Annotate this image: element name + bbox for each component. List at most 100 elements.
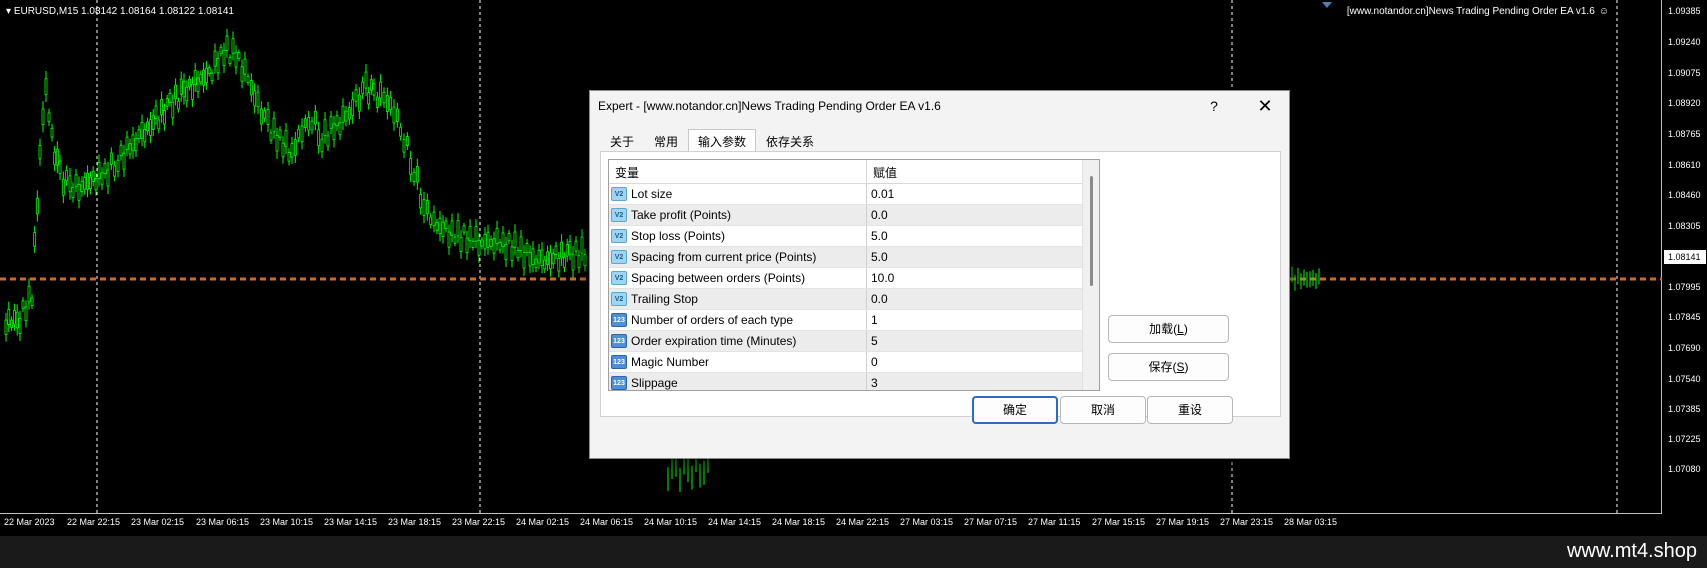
price-tick-label: 1.09240	[1668, 37, 1701, 47]
candle-body	[77, 183, 81, 201]
symbol-info: ▾ EURUSD,M15 1.08142 1.08164 1.08122 1.0…	[6, 6, 234, 17]
load-button[interactable]: 加载(L)	[1108, 315, 1229, 343]
candle-body	[91, 170, 95, 182]
tab-common[interactable]: 常用	[644, 129, 688, 151]
candle-body	[143, 128, 147, 143]
candle-body	[219, 46, 223, 54]
inputs-grid[interactable]: 变量 赋值 V2 Lot size 0.01 V2 Take profit (Point…	[608, 159, 1100, 391]
time-tick-label: 28 Mar 03:15	[1284, 517, 1338, 527]
candle-body	[97, 162, 101, 179]
column-value[interactable]: 赋值	[867, 160, 1083, 183]
candle-body	[516, 250, 520, 259]
candle-body	[510, 246, 514, 261]
price-tick-label: 1.09385	[1668, 6, 1701, 16]
candle-body	[33, 232, 37, 247]
table-row[interactable]: V2 Spacing from current price (Points) 5.0	[609, 247, 1083, 268]
candle-body	[86, 172, 89, 190]
candle-body	[471, 240, 475, 248]
candle-body	[364, 71, 368, 89]
table-row[interactable]: V2 Spacing between orders (Points) 10.0	[609, 268, 1083, 289]
candle-body	[137, 129, 141, 140]
int-type-icon: 123	[611, 313, 627, 327]
price-tick-label: 1.08610	[1668, 160, 1701, 170]
value-cell[interactable]: 0.01	[867, 187, 1083, 201]
time-tick-label: 27 Mar 23:15	[1220, 517, 1274, 527]
tab-inputs[interactable]: 输入参数	[688, 129, 757, 151]
candle-body	[160, 98, 164, 116]
double-type-icon: V2	[611, 208, 627, 222]
value-cell[interactable]: 5.0	[867, 250, 1083, 264]
candle-body	[568, 240, 572, 255]
candle-body	[338, 122, 342, 135]
variable-name: Spacing from current price (Points)	[631, 250, 817, 264]
candle-body	[395, 108, 399, 122]
candle-body	[351, 99, 355, 117]
candle-body	[313, 110, 317, 125]
tab-dependencies[interactable]: 依存关系	[756, 129, 824, 151]
table-row[interactable]: V2 Take profit (Points) 0.0	[609, 205, 1083, 226]
candle-body	[379, 81, 383, 99]
candle-body	[310, 120, 314, 131]
price-tick-label: 1.08920	[1668, 98, 1701, 108]
candle-body	[140, 122, 144, 139]
candle-body	[154, 105, 158, 119]
table-row[interactable]: V2 Lot size 0.01	[609, 184, 1083, 205]
candle-body	[531, 248, 535, 265]
candle-body	[409, 158, 413, 175]
grid-header: 变量 赋值	[609, 160, 1083, 184]
candle-body	[459, 236, 463, 253]
candle-body	[65, 170, 69, 182]
variable-name: Magic Number	[631, 355, 710, 369]
reset-button[interactable]: 重设	[1147, 396, 1233, 424]
grid-scrollbar[interactable]	[1082, 160, 1099, 390]
time-tick-label: 24 Mar 14:15	[708, 517, 762, 527]
table-row[interactable]: V2 Trailing Stop 0.0	[609, 289, 1083, 310]
table-row[interactable]: 123 Magic Number 0	[609, 352, 1083, 373]
value-cell[interactable]: 0.0	[867, 292, 1083, 306]
candle-body	[402, 139, 406, 153]
current-price-label: 1.08141	[1664, 250, 1706, 264]
scrollbar-thumb[interactable]	[1090, 176, 1093, 286]
value-cell[interactable]: 0	[867, 355, 1083, 369]
candle-body	[444, 220, 448, 230]
table-row[interactable]: V2 Stop loss (Points) 5.0	[609, 226, 1083, 247]
candle-body	[477, 239, 481, 256]
watermark: www.mt4.shop	[1566, 540, 1697, 562]
ea-label[interactable]: [www.notandor.cn]News Trading Pending Or…	[1347, 6, 1609, 17]
candle-body	[320, 138, 324, 153]
variable-name: Slippage	[631, 376, 678, 390]
close-button[interactable]: ✕	[1251, 95, 1279, 117]
candle-body	[7, 308, 11, 325]
price-tick-label: 1.07540	[1668, 374, 1701, 384]
candle-body	[399, 126, 403, 137]
value-cell[interactable]: 0.0	[867, 208, 1083, 222]
ok-button[interactable]: 确定	[972, 396, 1058, 424]
value-cell[interactable]: 3	[867, 376, 1083, 390]
candle-body	[15, 311, 19, 329]
candle-body	[269, 132, 273, 141]
value-cell[interactable]: 10.0	[867, 271, 1083, 285]
candle-body	[71, 186, 75, 198]
candle-body	[10, 319, 14, 328]
candle-body	[193, 69, 197, 86]
candle-body	[412, 171, 416, 182]
value-cell[interactable]: 1	[867, 313, 1083, 327]
candle-body	[122, 152, 126, 170]
help-button[interactable]: ?	[1201, 95, 1227, 117]
tab-about[interactable]: 关于	[600, 129, 644, 151]
candle-body	[546, 251, 549, 265]
value-cell[interactable]: 5	[867, 334, 1083, 348]
table-row[interactable]: 123 Order expiration time (Minutes) 5	[609, 331, 1083, 352]
value-cell[interactable]: 5.0	[867, 229, 1083, 243]
save-button[interactable]: 保存(S)	[1108, 353, 1229, 381]
cancel-button[interactable]: 取消	[1060, 396, 1146, 424]
candle-body	[174, 84, 178, 100]
column-variable[interactable]: 变量	[609, 160, 867, 183]
table-row[interactable]: 123 Number of orders of each type 1	[609, 310, 1083, 331]
chart-menu-triangle-icon[interactable]: ▾	[6, 6, 14, 17]
candle-body	[447, 231, 451, 248]
table-row[interactable]: 123 Slippage 3	[609, 373, 1083, 390]
double-type-icon: V2	[611, 250, 627, 264]
price-tick-label: 1.07080	[1668, 464, 1701, 474]
candle-body	[109, 152, 113, 165]
